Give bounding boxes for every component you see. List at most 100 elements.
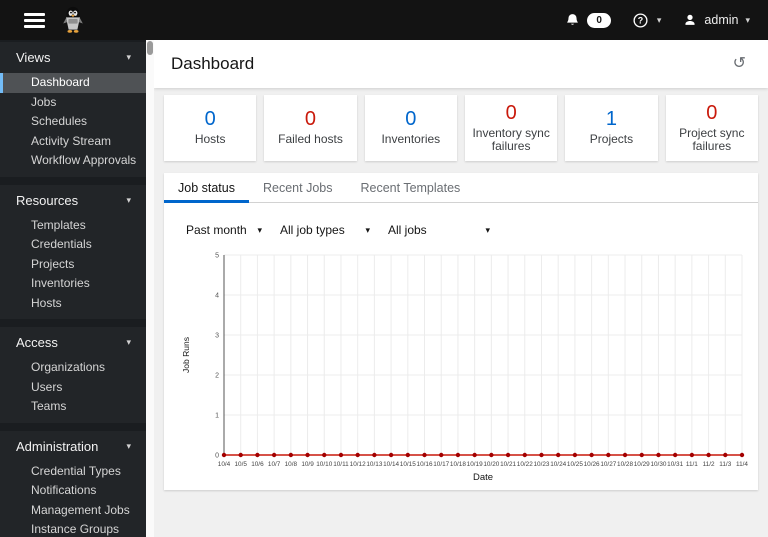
- awx-penguin-logo-icon: [63, 6, 83, 33]
- sidebar-item-notifications[interactable]: Notifications: [0, 481, 146, 501]
- nav-section-toggle-access[interactable]: Access ▾: [0, 327, 146, 358]
- svg-text:10/14: 10/14: [383, 461, 399, 468]
- topbar-actions: 0 ? ▾ admin ▾: [565, 12, 750, 28]
- svg-text:10/13: 10/13: [366, 461, 382, 468]
- svg-text:10/9: 10/9: [301, 461, 314, 468]
- nav-section-toggle-resources[interactable]: Resources ▾: [0, 185, 146, 216]
- nav-section-toggle-administration[interactable]: Administration ▾: [0, 431, 146, 462]
- sidebar-item-activity-stream[interactable]: Activity Stream: [0, 132, 146, 152]
- sidebar-item-label: Projects: [31, 256, 75, 271]
- summary-card-value[interactable]: 0: [305, 109, 316, 130]
- chevron-down-icon: ▾: [745, 14, 750, 25]
- user-menu-button[interactable]: admin ▾: [683, 13, 750, 27]
- sidebar-item-workflow-approvals[interactable]: Workflow Approvals: [0, 151, 146, 171]
- summary-card-value[interactable]: 0: [706, 102, 717, 124]
- history-icon[interactable]: ↺: [733, 56, 746, 72]
- summary-card-inventories[interactable]: 0 Inventories: [364, 95, 457, 161]
- filter-all-job-types-dropdown[interactable]: All job types ▾: [280, 223, 370, 237]
- sidebar-scrollbar-thumb[interactable]: [147, 41, 153, 55]
- tab-recent-templates[interactable]: Recent Templates: [346, 173, 474, 203]
- svg-text:?: ?: [638, 15, 643, 25]
- help-menu-button[interactable]: ? ▾: [633, 12, 661, 28]
- sidebar-item-label: Schedules: [31, 114, 88, 128]
- svg-text:10/11: 10/11: [333, 461, 349, 468]
- awx-app: 0 ? ▾ admin ▾ Views ▾ Dashboard Jobs Sch…: [0, 0, 768, 537]
- sidebar-item-hosts[interactable]: Hosts: [0, 294, 146, 314]
- sidebar-item-credential-types[interactable]: Credential Types: [0, 462, 146, 482]
- summary-card-value[interactable]: 0: [405, 109, 416, 130]
- tab-recent-jobs[interactable]: Recent Jobs: [249, 173, 346, 203]
- summary-card-hosts[interactable]: 0 Hosts: [164, 95, 257, 161]
- summary-card-failed-hosts[interactable]: 0 Failed hosts: [264, 95, 357, 161]
- svg-text:10/28: 10/28: [617, 461, 633, 468]
- sidebar-item-label: Inventories: [31, 276, 90, 290]
- svg-text:10/10: 10/10: [316, 461, 332, 468]
- caret-down-icon: ▾: [257, 224, 262, 235]
- svg-text:3: 3: [215, 333, 219, 340]
- sidebar-item-label: Credentials: [31, 237, 92, 251]
- sidebar-item-jobs[interactable]: Jobs: [0, 93, 146, 113]
- svg-text:10/8: 10/8: [285, 461, 298, 468]
- filter-all-jobs-dropdown[interactable]: All jobs ▾: [388, 223, 490, 237]
- sidebar-item-inventories[interactable]: Inventories: [0, 274, 146, 294]
- sidebar-item-projects[interactable]: Projects: [0, 255, 146, 275]
- notifications-button[interactable]: 0: [565, 12, 611, 28]
- summary-card-value[interactable]: 0: [506, 102, 517, 124]
- sidebar-item-organizations[interactable]: Organizations: [0, 358, 146, 378]
- svg-text:10/27: 10/27: [600, 461, 616, 468]
- summary-card-value[interactable]: 0: [205, 109, 216, 130]
- filter-past-month-dropdown[interactable]: Past month ▾: [186, 223, 262, 237]
- sidebar-scrollbar[interactable]: [146, 40, 154, 537]
- svg-text:10/26: 10/26: [584, 461, 600, 468]
- summary-card-label: Inventories: [381, 132, 441, 147]
- summary-card-label: Inventory sync failures: [472, 125, 550, 153]
- sidebar-item-label: Templates: [31, 217, 86, 232]
- svg-text:10/31: 10/31: [667, 461, 683, 468]
- nav-section-toggle-views[interactable]: Views ▾: [0, 42, 146, 73]
- svg-text:10/22: 10/22: [517, 461, 533, 468]
- sidebar-item-management-jobs[interactable]: Management Jobs: [0, 501, 146, 521]
- sidebar-item-users[interactable]: Users: [0, 378, 146, 398]
- caret-down-icon: ▾: [365, 224, 370, 235]
- sidebar-item-teams[interactable]: Teams: [0, 397, 146, 417]
- summary-card-value[interactable]: 1: [606, 109, 617, 130]
- awx-logo[interactable]: [59, 5, 87, 35]
- sidebar-item-instance-groups[interactable]: Instance Groups: [0, 520, 146, 537]
- sidebar-item-label: Instance Groups: [31, 522, 120, 536]
- svg-text:10/18: 10/18: [450, 461, 466, 468]
- svg-text:Date: Date: [473, 472, 493, 483]
- tab-job-status[interactable]: Job status: [164, 173, 249, 203]
- nav-section-label: Views: [16, 50, 51, 65]
- svg-text:10/12: 10/12: [350, 461, 366, 468]
- sidebar-item-label: Activity Stream: [31, 133, 112, 148]
- tab-label: Recent Jobs: [262, 181, 333, 195]
- sidebar-item-schedules[interactable]: Schedules: [0, 112, 146, 132]
- summary-card-inventory-sync-failures[interactable]: 0 Inventory sync failures: [464, 95, 558, 161]
- summary-card-label: Projects: [589, 132, 634, 147]
- sidebar-item-dashboard[interactable]: Dashboard: [0, 73, 146, 93]
- sidebar-item-label: Users: [31, 379, 63, 394]
- nav-toggle-hamburger-icon[interactable]: [24, 12, 45, 28]
- page-header: Dashboard ↺: [154, 40, 768, 88]
- summary-card-label: Failed hosts: [278, 132, 343, 147]
- svg-text:10/30: 10/30: [650, 461, 666, 468]
- svg-text:5: 5: [215, 253, 219, 260]
- summary-card-projects[interactable]: 1 Projects: [565, 95, 658, 161]
- svg-text:2: 2: [215, 373, 219, 380]
- nav-section-administration: Administration ▾ Credential Types Notifi…: [0, 430, 146, 537]
- sidebar-nav: Views ▾ Dashboard Jobs Schedules Activit…: [0, 40, 146, 537]
- bell-icon: [567, 13, 579, 25]
- svg-text:11/2: 11/2: [703, 461, 715, 468]
- sidebar-item-credentials[interactable]: Credentials: [0, 235, 146, 255]
- app-shell: Views ▾ Dashboard Jobs Schedules Activit…: [0, 40, 768, 537]
- svg-text:10/17: 10/17: [433, 461, 449, 468]
- sidebar-item-templates[interactable]: Templates: [0, 216, 146, 236]
- job-status-line-chart: 0 1 2 3 4 5 10/4 10/5 10/6 10/7 10/8 10/9 10/10 10/11…: [181, 253, 748, 484]
- chevron-down-icon: ▾: [126, 337, 131, 347]
- dashboard-tabs: Job status Recent Jobs Recent Templates: [164, 173, 758, 203]
- summary-card-project-sync-failures[interactable]: 0 Project sync failures: [665, 95, 758, 161]
- user-icon: [685, 14, 695, 25]
- svg-text:10/24: 10/24: [550, 461, 566, 468]
- top-navbar: 0 ? ▾ admin ▾: [0, 0, 768, 40]
- nav-section-label: Administration: [16, 438, 99, 454]
